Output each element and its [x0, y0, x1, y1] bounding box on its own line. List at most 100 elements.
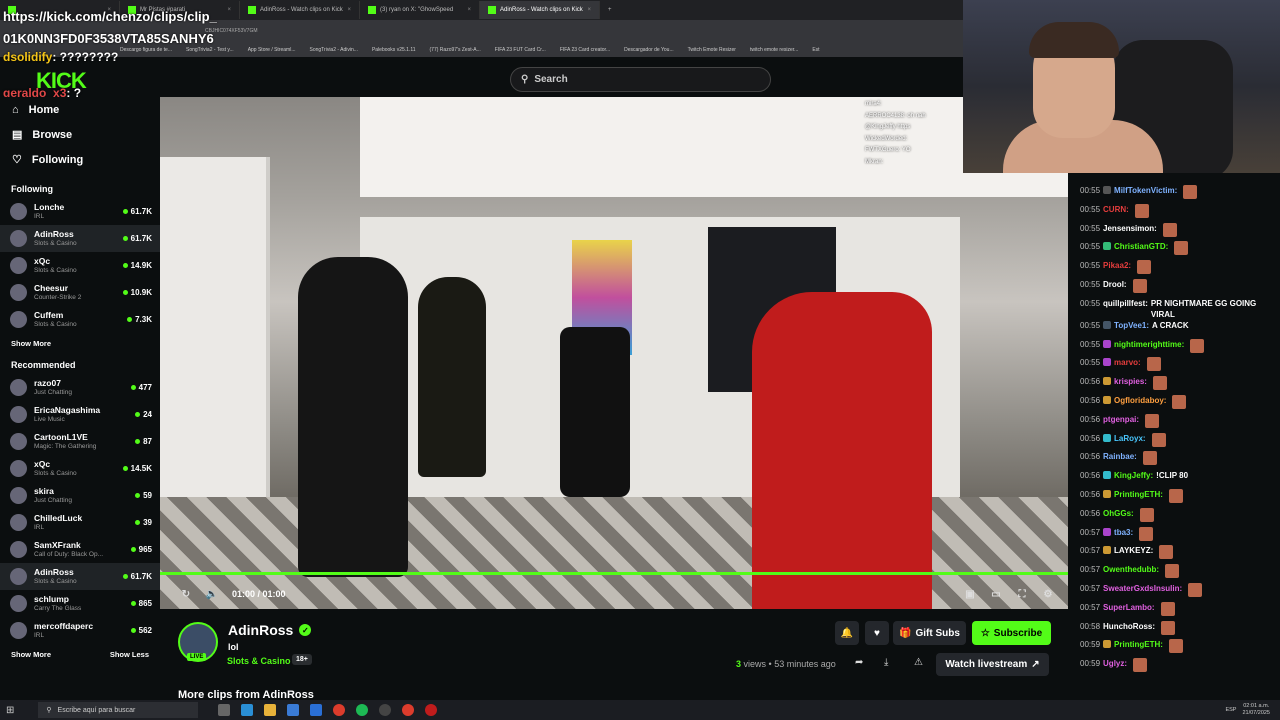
sidebar-channel[interactable]: Cheesur Counter-Strike 2 10.9K — [0, 279, 160, 306]
sidebar-channel[interactable]: Cuffem Slots & Casino 7.3K — [0, 306, 160, 333]
sidebar-following[interactable]: ♡ Following — [0, 147, 160, 172]
chat-username[interactable]: SweaterGxdsInsulin: — [1103, 583, 1182, 594]
watch-livestream-button[interactable]: Watch livestream ↗ — [936, 653, 1049, 676]
sidebar-channel[interactable]: Lonche IRL 61.7K — [0, 198, 160, 225]
chat-username[interactable]: Owenthedubb: — [1103, 564, 1159, 575]
close-icon[interactable]: × — [227, 7, 231, 13]
spotify-icon[interactable] — [356, 704, 369, 716]
sidebar-channel[interactable]: ChilledLuck IRL 39 — [0, 509, 160, 536]
close-icon[interactable]: × — [587, 7, 591, 13]
bookmark-item[interactable]: Palebooks v25.1.11 — [372, 47, 416, 53]
url-overlay-text: https://kick.com/chenzo/clips/clip_ 01K0… — [3, 6, 217, 50]
browser-tab[interactable]: AdinRoss - Watch clips on Kick × — [240, 1, 360, 19]
notify-button[interactable]: 🔔 — [835, 621, 859, 645]
bookmark-item[interactable]: Est — [812, 47, 819, 53]
chat-username[interactable]: tba3: — [1114, 527, 1133, 538]
chat-username[interactable]: marvo: — [1114, 357, 1141, 368]
video-player[interactable]: mira4: AERROC4138: oh nah @KingJeffy https… — [160, 97, 1068, 609]
show-more-following[interactable]: Show More — [0, 339, 160, 348]
chat-username[interactable]: KingJeffy: — [1114, 470, 1153, 481]
edge-icon[interactable] — [241, 704, 254, 716]
bookmark-item[interactable]: App Store / Streaml... — [248, 47, 296, 53]
chat-username[interactable]: CURN: — [1103, 204, 1129, 215]
chat-username[interactable]: Ogfloridaboy: — [1114, 395, 1166, 406]
download-icon[interactable]: ⤓ — [884, 657, 888, 668]
bookmark-item[interactable]: twitch emote resizer... — [750, 47, 798, 53]
chat-username[interactable]: Uglyz: — [1103, 658, 1127, 669]
sidebar-channel[interactable]: xQc Slots & Casino 14.5K — [0, 455, 160, 482]
show-more-button[interactable]: Show More — [11, 650, 51, 659]
bookmark-item[interactable]: FIFA 23 Card creator... — [560, 47, 610, 53]
chrome-icon[interactable] — [333, 704, 346, 716]
obs-icon[interactable] — [379, 704, 392, 716]
show-less-button[interactable]: Show Less — [110, 650, 149, 659]
chat-username[interactable]: Pikaa2: — [1103, 260, 1131, 271]
chat-username[interactable]: TopVee1: — [1114, 320, 1149, 331]
windows-start-icon[interactable]: ⊞ — [6, 705, 14, 716]
browser-tab[interactable]: (3) ryan on X: "GhowSpeed × — [360, 1, 480, 19]
bookmark-item[interactable]: Twitch Emote Resizer — [688, 47, 736, 53]
browser-tab[interactable]: AdinRoss - Watch clips on Kick × — [480, 1, 600, 19]
sidebar-channel[interactable]: schlump Carry The Glass 865 — [0, 590, 160, 617]
sidebar-channel[interactable]: EricaNagashima Live Music 24 — [0, 401, 160, 428]
bookmark-item[interactable]: FIFA 23 FUT Card Cr... — [495, 47, 546, 53]
sidebar-channel[interactable]: mercoffdaperc IRL 562 — [0, 617, 160, 644]
gift-subs-button[interactable]: 🎁 Gift Subs — [893, 621, 966, 645]
file-explorer-icon[interactable] — [264, 704, 277, 716]
follow-button[interactable]: ♥ — [865, 621, 889, 645]
fullscreen-icon[interactable]: ⛶ — [1016, 588, 1028, 600]
category-link[interactable]: Slots & Casino — [227, 656, 291, 666]
chat-username[interactable]: PrintingETH: — [1114, 489, 1163, 500]
sidebar-channel[interactable]: xQc Slots & Casino 14.9K — [0, 252, 160, 279]
tray-clock[interactable]: 02:01 a.m. 21/07/2025 — [1242, 703, 1270, 717]
sidebar-channel[interactable]: razo07 Just Chatting 477 — [0, 374, 160, 401]
share-icon[interactable]: ➦ — [855, 657, 863, 668]
chat-username[interactable]: PrintingETH: — [1114, 639, 1163, 650]
subscribe-button[interactable]: ☆ Subscribe — [972, 621, 1051, 645]
store-icon[interactable] — [287, 704, 300, 716]
chat-username[interactable]: krispies: — [1114, 376, 1147, 387]
sidebar-channel[interactable]: AdinRoss Slots & Casino 61.7K — [0, 225, 160, 252]
sidebar-channel[interactable]: AdinRoss Slots & Casino 61.7K — [0, 563, 160, 590]
pip-icon[interactable]: ▣ — [964, 588, 976, 600]
sidebar-channel[interactable]: SamXFrank Call of Duty: Black Op... 965 — [0, 536, 160, 563]
chat-username[interactable]: Rainbae: — [1103, 451, 1137, 462]
sidebar-home[interactable]: ⌂ Home — [0, 97, 160, 122]
chat-username[interactable]: LAYKEYZ: — [1114, 545, 1153, 556]
close-icon[interactable]: × — [347, 7, 351, 13]
new-tab-icon[interactable]: + — [608, 7, 612, 13]
chat-username[interactable]: ptgenpai: — [1103, 414, 1139, 425]
chat-username[interactable]: ChristianGTD: — [1114, 241, 1168, 252]
bookmark-item[interactable]: (77) Razo97's Zest-A... — [430, 47, 481, 53]
chat-username[interactable]: Drool: — [1103, 279, 1127, 290]
opera-icon[interactable] — [425, 704, 438, 716]
chat-username[interactable]: HunchoRoss: — [1103, 621, 1155, 632]
report-icon[interactable]: ⚠ — [914, 657, 923, 668]
bookmark-item[interactable]: Descargador de You... — [624, 47, 673, 53]
emote-icon — [1174, 241, 1189, 256]
settings-icon[interactable]: ⚙ — [1042, 588, 1054, 600]
close-icon[interactable]: × — [467, 7, 471, 13]
chat-username[interactable]: LaRoyx: — [1114, 433, 1146, 444]
sidebar-browse[interactable]: ▤ Browse — [0, 122, 160, 147]
chrome-icon[interactable] — [402, 704, 415, 716]
volume-icon[interactable]: 🔈 — [206, 588, 218, 600]
chat-username[interactable]: OhGGs: — [1103, 508, 1134, 519]
replay-icon[interactable]: ↻ — [180, 588, 192, 600]
chat-username[interactable]: nightimerighttime: — [1114, 339, 1184, 350]
video-progress-bar[interactable] — [160, 572, 1068, 575]
chat-username[interactable]: SuperLambo: — [1103, 602, 1155, 613]
search-input[interactable]: ⚲ Search — [510, 67, 771, 92]
bookmark-item[interactable]: SongTrivia2 - Adivin... — [310, 47, 358, 53]
task-view-icon[interactable] — [218, 704, 231, 716]
tray-lang[interactable]: ESP — [1225, 707, 1236, 713]
taskbar-search[interactable]: ⚲ Escribe aquí para buscar — [38, 702, 199, 718]
streamer-name[interactable]: AdinRoss — [228, 622, 293, 638]
chat-username[interactable]: quillpillfest: — [1103, 298, 1148, 309]
chat-username[interactable]: MilfTokenVictim: — [1114, 185, 1177, 196]
mail-icon[interactable] — [310, 704, 323, 716]
sidebar-channel[interactable]: skira Just Chatting 59 — [0, 482, 160, 509]
chat-username[interactable]: Jensensimon: — [1103, 223, 1157, 234]
sidebar-channel[interactable]: CartoonL1VE Magic: The Gathering 87 — [0, 428, 160, 455]
theater-icon[interactable]: ▭ — [990, 588, 1002, 600]
